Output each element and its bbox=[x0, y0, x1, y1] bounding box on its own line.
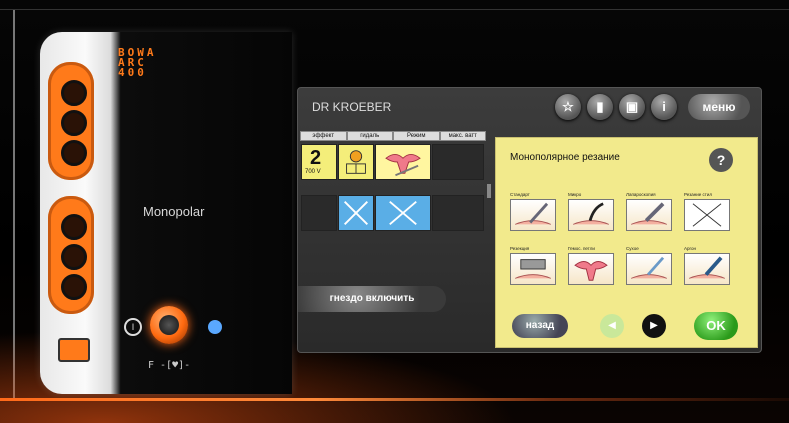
screen-title: DR KROEBER bbox=[312, 100, 392, 114]
prev-arrow-icon[interactable]: ◀ bbox=[600, 314, 624, 338]
lock-icon[interactable]: ▣ bbox=[619, 94, 645, 120]
touchscreen: DR KROEBER ☆ ▮ ▣ i меню эффект гидаль Ре… bbox=[297, 87, 762, 353]
socket-hole bbox=[61, 244, 87, 270]
effect-value: 2 bbox=[310, 147, 322, 169]
max-watt-cell[interactable] bbox=[432, 144, 484, 180]
tool-resection[interactable] bbox=[510, 253, 556, 285]
socket-hole bbox=[61, 274, 87, 300]
empty-cell[interactable] bbox=[432, 195, 484, 231]
tool-label: Резекция bbox=[510, 246, 530, 251]
ok-button[interactable]: OK bbox=[694, 312, 738, 340]
info-icon[interactable]: i bbox=[651, 94, 677, 120]
uterus-icon bbox=[574, 261, 608, 281]
disabled-cell[interactable] bbox=[338, 195, 374, 231]
tool-argon[interactable] bbox=[684, 253, 730, 285]
header-max-watt: макс. ватт bbox=[439, 131, 486, 141]
tool-standard[interactable] bbox=[510, 199, 556, 231]
gidal-cell[interactable] bbox=[338, 144, 374, 180]
help-icon[interactable]: ? bbox=[709, 148, 733, 172]
cross-icon bbox=[692, 203, 722, 227]
neutral-port[interactable] bbox=[58, 338, 90, 362]
empty-cell[interactable] bbox=[301, 195, 337, 231]
device-logo: BOWA ARC 400 bbox=[118, 46, 157, 79]
top-divider bbox=[0, 9, 789, 10]
tool-dry[interactable] bbox=[626, 253, 672, 285]
power-icon[interactable]: I bbox=[124, 318, 142, 336]
socket-hole bbox=[61, 140, 87, 166]
tool-label: Гемос. петли bbox=[568, 246, 595, 251]
header-gidal: гидаль bbox=[346, 131, 393, 141]
argon-probe-icon bbox=[689, 256, 725, 279]
power-knob[interactable] bbox=[150, 306, 188, 344]
cross-icon bbox=[389, 200, 417, 226]
tool-label: Лапароскопия bbox=[626, 192, 656, 197]
effect-voltage: 700 V bbox=[305, 169, 321, 175]
mode-selection-panel: Монополярное резание ? Стандарт Микро Ла… bbox=[495, 137, 758, 348]
header-effect: эффект bbox=[300, 131, 347, 141]
book-icon[interactable]: ▮ bbox=[587, 94, 613, 120]
socket-lower[interactable] bbox=[48, 196, 94, 314]
device-mode-label: Monopolar bbox=[143, 204, 205, 219]
settings-grid-header: эффект гидаль Режим макс. ватт bbox=[300, 131, 486, 141]
laparoscope-icon bbox=[631, 202, 667, 225]
tool-label: Стандарт bbox=[510, 192, 530, 197]
tool-label: Микро bbox=[568, 192, 582, 197]
tool-laparoscopy[interactable] bbox=[626, 199, 672, 231]
electrode-icon bbox=[631, 256, 667, 279]
menu-button[interactable]: меню bbox=[688, 94, 750, 120]
tool-hemostasis-loop[interactable] bbox=[568, 253, 614, 285]
socket-enable-button[interactable]: гнездо включить bbox=[298, 286, 446, 312]
micro-needle-icon bbox=[573, 202, 609, 225]
blue-indicator-icon bbox=[208, 320, 222, 334]
uterus-icon bbox=[385, 153, 421, 177]
tool-label: Аргон bbox=[684, 246, 697, 251]
tool-micro[interactable] bbox=[568, 199, 614, 231]
tool-label: Сухое bbox=[626, 246, 639, 251]
socket-hole bbox=[61, 110, 87, 136]
mode-cell[interactable] bbox=[375, 144, 431, 180]
back-button[interactable]: назад bbox=[512, 314, 568, 338]
next-arrow-icon[interactable]: ▶ bbox=[642, 314, 666, 338]
tool-label: Резание стил bbox=[684, 192, 712, 197]
tool-cut-disabled[interactable] bbox=[684, 199, 730, 231]
panel-title: Монополярное резание bbox=[510, 152, 620, 163]
socket-hole bbox=[61, 214, 87, 240]
resectoscope-icon bbox=[515, 259, 551, 279]
scalpel-icon bbox=[515, 202, 551, 225]
panel-slider-handle[interactable] bbox=[487, 184, 491, 198]
disabled-cell[interactable] bbox=[375, 195, 431, 231]
screenshot-frame: BOWA ARC 400 Monopolar I F -[♥]- DR KROE… bbox=[0, 0, 789, 423]
cross-icon bbox=[343, 200, 369, 226]
footswitch-icons: F -[♥]- bbox=[148, 360, 191, 371]
star-icon[interactable]: ☆ bbox=[555, 94, 581, 120]
effect-cell[interactable]: 2 700 V bbox=[301, 144, 337, 180]
socket-hole bbox=[61, 80, 87, 106]
header-mode: Режим bbox=[393, 131, 440, 141]
coag-icon bbox=[346, 150, 366, 174]
socket-upper[interactable] bbox=[48, 62, 94, 180]
bottom-orange-line bbox=[0, 398, 789, 401]
